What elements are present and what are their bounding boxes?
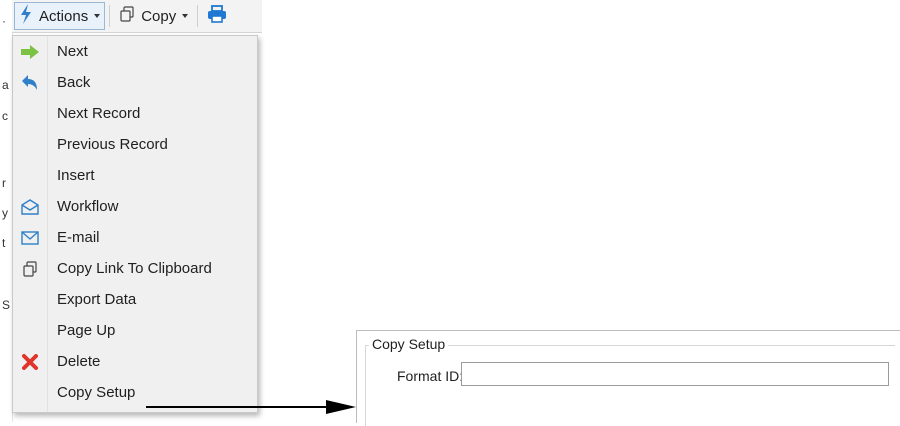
chevron-down-icon [94, 14, 101, 18]
bg-char: a [2, 78, 9, 92]
menu-item-page-up[interactable]: Page Up [13, 315, 257, 346]
bg-char: S [2, 298, 11, 312]
chevron-down-icon [182, 14, 189, 18]
menu-item-label: Page Up [57, 322, 116, 339]
print-button[interactable] [202, 2, 232, 30]
menu-item-label: Next Record [57, 105, 141, 122]
envelope-icon [13, 222, 47, 253]
menu-item-label: E-mail [57, 229, 100, 246]
bg-char: y [2, 206, 8, 220]
menu-item-label: Copy Link To Clipboard [57, 260, 212, 277]
menu-item-label: Insert [57, 167, 95, 184]
menu-item-label: Workflow [57, 198, 119, 215]
menu-item-label: Delete [57, 353, 101, 370]
copy-icon [119, 5, 135, 27]
connector-arrow-head [326, 400, 356, 414]
bg-char: · [2, 14, 6, 28]
menu-item-label: Copy Setup [57, 384, 136, 401]
lightning-icon [19, 3, 33, 29]
printer-icon [207, 4, 227, 28]
menu-item-copy-link-to-clipboard[interactable]: Copy Link To Clipboard [13, 253, 257, 284]
menu-item-label: Previous Record [57, 136, 168, 153]
menu-item-label: Next [57, 43, 88, 60]
menu-item-delete[interactable]: Delete [13, 346, 257, 377]
actions-button[interactable]: Actions [14, 2, 106, 30]
arrow-right-icon [13, 36, 47, 67]
copy-setup-panel: Copy Setup Format ID: [356, 330, 900, 426]
bg-char: r [2, 176, 6, 190]
menu-item-next-record[interactable]: Next Record [13, 98, 257, 129]
format-id-label: Format ID: [397, 368, 464, 384]
envelope-open-icon [13, 191, 47, 222]
menu-item-label: Back [57, 74, 91, 91]
menu-item-previous-record[interactable]: Previous Record [13, 129, 257, 160]
copy-label: Copy [141, 7, 177, 25]
format-id-input[interactable] [461, 362, 889, 386]
toolbar-divider [109, 5, 111, 27]
bg-char: t [2, 236, 6, 250]
menu-item-next[interactable]: Next [13, 36, 257, 67]
delete-x-icon [13, 346, 47, 377]
menu-item-back[interactable]: Back [13, 67, 257, 98]
bg-char: c [2, 109, 8, 123]
copy-icon [13, 253, 47, 284]
arrow-back-icon [13, 67, 47, 98]
connector-arrow-line [146, 406, 326, 408]
copy-setup-title: Copy Setup [369, 336, 449, 352]
actions-label: Actions [39, 7, 89, 25]
menu-item-email[interactable]: E-mail [13, 222, 257, 253]
copy-button[interactable]: Copy [114, 2, 193, 30]
actions-dropdown-menu: Next Back Next Record Previous Record In… [12, 35, 258, 413]
menu-item-export-data[interactable]: Export Data [13, 284, 257, 315]
menu-item-workflow[interactable]: Workflow [13, 191, 257, 222]
menu-item-label: Export Data [57, 291, 137, 308]
menu-item-insert[interactable]: Insert [13, 160, 257, 191]
menu-item-copy-setup[interactable]: Copy Setup [13, 377, 257, 408]
toolbar-divider [197, 5, 199, 27]
toolbar: Actions Copy [12, 0, 262, 33]
